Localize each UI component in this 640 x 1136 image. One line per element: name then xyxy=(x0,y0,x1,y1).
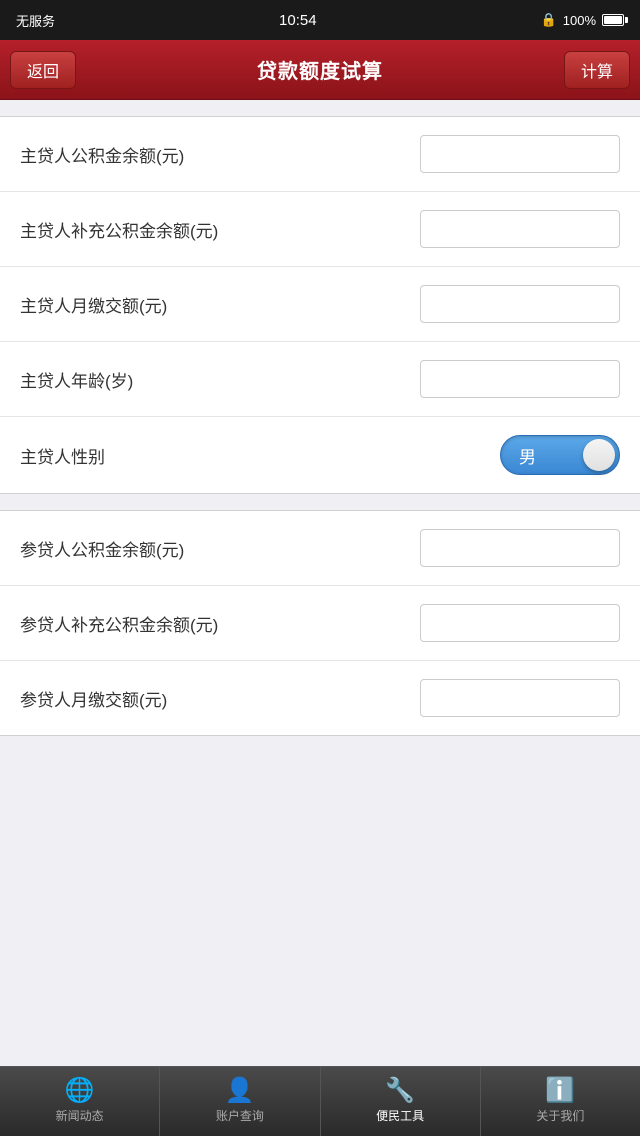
tab-tools[interactable]: 🔧 便民工具 xyxy=(321,1067,481,1136)
co-monthly-payment-label: 参贷人月缴交额(元) xyxy=(20,686,167,711)
main-gender-label: 主贷人性别 xyxy=(20,443,105,468)
calculate-button[interactable]: 计算 xyxy=(564,51,630,89)
battery-status: 🔒 100% xyxy=(541,12,624,28)
tools-icon: 🔧 xyxy=(385,1079,415,1103)
co-borrower-section: 参贷人公积金余额(元) 参贷人补充公积金余额(元) 参贷人月缴交额(元) xyxy=(0,510,640,736)
globe-icon: 🌐 xyxy=(65,1079,95,1103)
main-monthly-payment-label: 主贷人月缴交额(元) xyxy=(20,292,167,317)
main-age-label: 主贷人年龄(岁) xyxy=(20,367,133,392)
toggle-knob xyxy=(583,439,615,471)
tab-tools-label: 便民工具 xyxy=(376,1107,424,1124)
nav-bar: 返回 贷款额度试算 计算 xyxy=(0,40,640,100)
tab-news[interactable]: 🌐 新闻动态 xyxy=(0,1067,160,1136)
battery-icon xyxy=(602,14,624,26)
main-gender-row: 主贷人性别 男 xyxy=(0,417,640,493)
person-icon: 👤 xyxy=(225,1079,255,1103)
tab-bar: 🌐 新闻动态 👤 账户查询 🔧 便民工具 ℹ️ 关于我们 xyxy=(0,1066,640,1136)
tab-news-label: 新闻动态 xyxy=(56,1107,104,1124)
co-provident-fund-balance-row: 参贷人公积金余额(元) xyxy=(0,511,640,586)
back-button[interactable]: 返回 xyxy=(10,51,76,89)
co-provident-fund-balance-label: 参贷人公积金余额(元) xyxy=(20,536,184,561)
tab-about-label: 关于我们 xyxy=(536,1107,584,1124)
main-monthly-payment-input[interactable] xyxy=(420,285,620,323)
co-supplemental-fund-balance-row: 参贷人补充公积金余额(元) xyxy=(0,586,640,661)
co-monthly-payment-input[interactable] xyxy=(420,679,620,717)
battery-percentage: 100% xyxy=(563,13,596,28)
tab-about[interactable]: ℹ️ 关于我们 xyxy=(481,1067,640,1136)
main-monthly-payment-row: 主贷人月缴交额(元) xyxy=(0,267,640,342)
main-age-row: 主贷人年龄(岁) xyxy=(0,342,640,417)
tab-account-label: 账户查询 xyxy=(216,1107,264,1124)
signal-status: 无服务 xyxy=(16,11,55,30)
main-provident-fund-balance-row: 主贷人公积金余额(元) xyxy=(0,117,640,192)
main-supplemental-fund-balance-row: 主贷人补充公积金余额(元) xyxy=(0,192,640,267)
info-icon: ℹ️ xyxy=(545,1079,575,1103)
clock: 10:54 xyxy=(279,12,317,29)
main-provident-fund-balance-label: 主贷人公积金余额(元) xyxy=(20,142,184,167)
co-monthly-payment-row: 参贷人月缴交额(元) xyxy=(0,661,640,735)
toggle-on-label: 男 xyxy=(519,443,537,468)
main-age-input[interactable] xyxy=(420,360,620,398)
main-provident-fund-balance-input[interactable] xyxy=(420,135,620,173)
form-content: 主贷人公积金余额(元) 主贷人补充公积金余额(元) 主贷人月缴交额(元) 主贷人… xyxy=(0,100,640,1066)
tab-account[interactable]: 👤 账户查询 xyxy=(160,1067,320,1136)
co-supplemental-fund-balance-label: 参贷人补充公积金余额(元) xyxy=(20,611,218,636)
main-supplemental-fund-balance-label: 主贷人补充公积金余额(元) xyxy=(20,217,218,242)
main-supplemental-fund-balance-input[interactable] xyxy=(420,210,620,248)
lock-icon: 🔒 xyxy=(541,12,557,28)
co-supplemental-fund-balance-input[interactable] xyxy=(420,604,620,642)
co-provident-fund-balance-input[interactable] xyxy=(420,529,620,567)
gender-toggle[interactable]: 男 xyxy=(500,435,620,475)
main-borrower-section: 主贷人公积金余额(元) 主贷人补充公积金余额(元) 主贷人月缴交额(元) 主贷人… xyxy=(0,116,640,494)
page-title: 贷款额度试算 xyxy=(257,55,383,84)
status-bar: 无服务 10:54 🔒 100% xyxy=(0,0,640,40)
